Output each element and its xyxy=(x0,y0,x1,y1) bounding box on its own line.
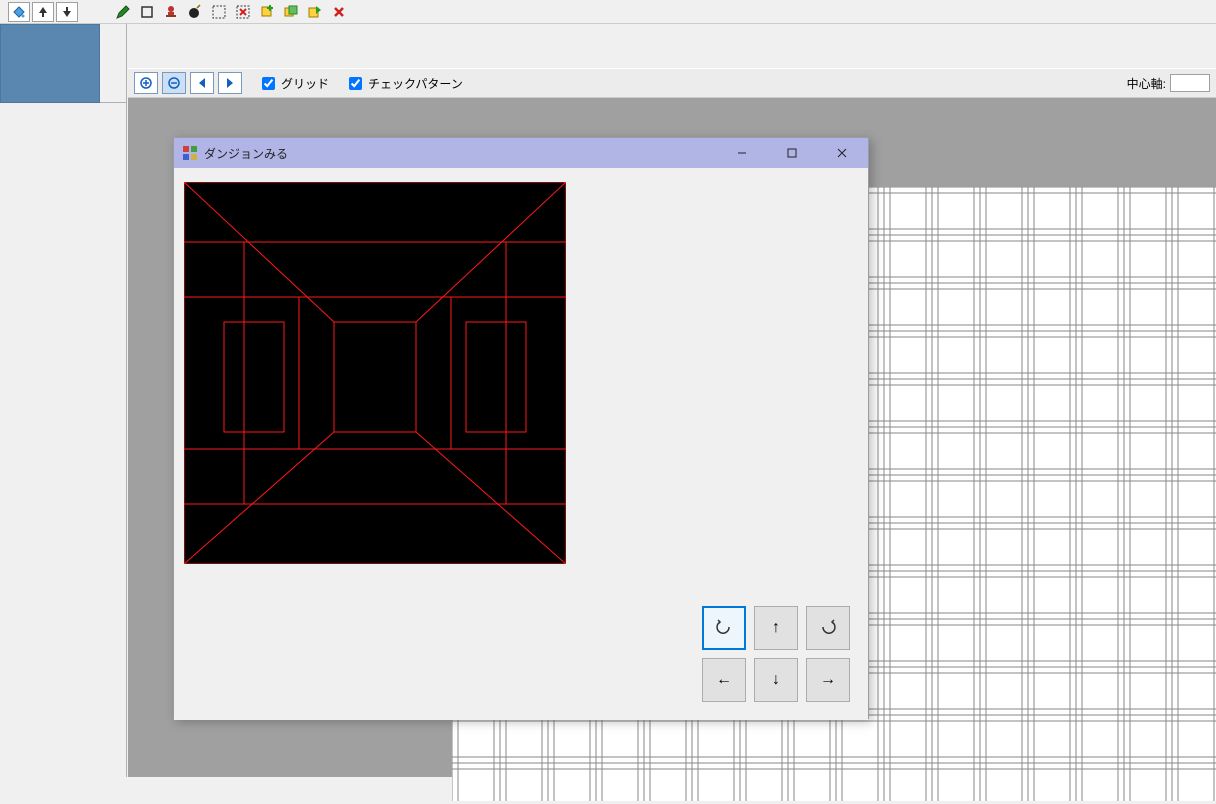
navigation-pad: ↑ ← ↓ → xyxy=(702,606,850,702)
minimize-button[interactable] xyxy=(720,139,764,167)
center-axis-input[interactable] xyxy=(1170,74,1210,92)
move-up-button[interactable] xyxy=(32,2,54,22)
stamp-button[interactable] xyxy=(160,2,182,22)
zoom-out-button[interactable] xyxy=(162,72,186,94)
grid-checkbox-label: グリッド xyxy=(281,75,329,92)
nav-left-button[interactable] xyxy=(190,72,214,94)
grid-checkbox[interactable]: グリッド xyxy=(258,74,329,93)
rectangle-button[interactable] xyxy=(136,2,158,22)
dialog-app-icon xyxy=(182,145,198,161)
layer-export-button[interactable] xyxy=(304,2,326,22)
left-panel xyxy=(0,24,127,777)
dialog-titlebar[interactable]: ダンジョンみる xyxy=(174,138,868,168)
check-pattern-checkbox[interactable]: チェックパターン xyxy=(345,74,463,93)
pencil-button[interactable] xyxy=(112,2,134,22)
view-toolbar: グリッド チェックパターン 中心軸: xyxy=(128,68,1216,98)
dialog-client: ↑ ← ↓ → xyxy=(174,168,868,720)
marquee-delete-button[interactable] xyxy=(232,2,254,22)
back-button[interactable]: ↓ xyxy=(754,658,798,702)
center-axis-label: 中心軸: xyxy=(1127,75,1166,92)
check-pattern-checkbox-label: チェックパターン xyxy=(368,75,463,92)
paint-bucket-button[interactable] xyxy=(8,2,30,22)
close-button[interactable] xyxy=(820,139,864,167)
forward-button[interactable]: ↑ xyxy=(754,606,798,650)
turn-left-button[interactable] xyxy=(702,606,746,650)
marquee-button[interactable] xyxy=(208,2,230,22)
dialog-title: ダンジョンみる xyxy=(204,145,714,162)
layer-copy-button[interactable] xyxy=(280,2,302,22)
turn-right-button[interactable] xyxy=(806,606,850,650)
main-toolbar xyxy=(0,0,1216,24)
dungeon-view-dialog: ダンジョンみる xyxy=(173,137,869,719)
dungeon-viewport xyxy=(184,182,566,564)
left-tab-strip xyxy=(0,24,126,103)
layer-add-button[interactable] xyxy=(256,2,278,22)
zoom-in-button[interactable] xyxy=(134,72,158,94)
grid-checkbox-input[interactable] xyxy=(262,77,275,90)
bomb-button[interactable] xyxy=(184,2,206,22)
delete-button[interactable] xyxy=(328,2,350,22)
maximize-button[interactable] xyxy=(770,139,814,167)
check-pattern-checkbox-input[interactable] xyxy=(349,77,362,90)
strafe-right-button[interactable]: → xyxy=(806,658,850,702)
nav-right-button[interactable] xyxy=(218,72,242,94)
left-tab-active[interactable] xyxy=(0,24,100,103)
strafe-left-button[interactable]: ← xyxy=(702,658,746,702)
move-down-button[interactable] xyxy=(56,2,78,22)
